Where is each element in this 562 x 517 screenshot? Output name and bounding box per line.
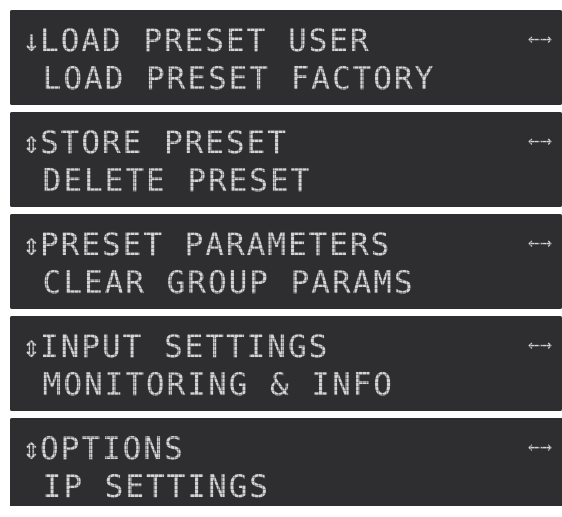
lcd-screen-options[interactable]: ⇕OPTIONS IP SETTINGS ←→ (10, 418, 562, 506)
lcd-menu-list: ↓LOAD PRESET USER LOAD PRESET FACTORY ←→… (10, 10, 562, 506)
scroll-up-down-icon: ⇕ (22, 329, 43, 365)
lcd-screen-preset-parameters[interactable]: ⇕PRESET PARAMETERS CLEAR GROUP PARAMS ←→ (10, 214, 562, 309)
menu-item-store-preset[interactable]: STORE PRESET (40, 125, 288, 161)
scroll-up-down-icon: ⇕ (22, 227, 43, 263)
lcd-line-selected[interactable]: ⇕PRESET PARAMETERS (22, 228, 391, 262)
lcd-screen-store-preset[interactable]: ⇕STORE PRESET DELETE PRESET ←→ (10, 112, 562, 207)
lcd-screen-input-settings[interactable]: ⇕INPUT SETTINGS MONITORING & INFO ←→ (10, 316, 562, 411)
left-right-arrows-icon: ←→ (527, 230, 552, 254)
left-right-arrows-icon: ←→ (527, 434, 552, 458)
left-right-arrows-icon: ←→ (527, 26, 552, 50)
scroll-up-down-icon: ⇕ (22, 431, 43, 467)
scroll-down-icon: ↓ (22, 23, 43, 59)
menu-item-load-preset-factory[interactable]: LOAD PRESET FACTORY (22, 62, 435, 96)
lcd-line-selected[interactable]: ↓LOAD PRESET USER (22, 24, 371, 58)
scroll-up-down-icon: ⇕ (22, 125, 43, 161)
menu-item-input-settings[interactable]: INPUT SETTINGS (40, 329, 329, 365)
lcd-line-selected[interactable]: ⇕OPTIONS (22, 432, 185, 466)
menu-item-monitoring-info[interactable]: MONITORING & INFO (22, 368, 394, 402)
left-right-arrows-icon: ←→ (527, 332, 552, 356)
menu-item-clear-group-params[interactable]: CLEAR GROUP PARAMS (22, 266, 415, 300)
lcd-line-selected[interactable]: ⇕STORE PRESET (22, 126, 288, 160)
lcd-screen-load-preset[interactable]: ↓LOAD PRESET USER LOAD PRESET FACTORY ←→ (10, 10, 562, 105)
left-right-arrows-icon: ←→ (527, 128, 552, 152)
lcd-line-selected[interactable]: ⇕INPUT SETTINGS (22, 330, 329, 364)
menu-item-ip-settings[interactable]: IP SETTINGS (22, 470, 270, 504)
menu-item-options[interactable]: OPTIONS (40, 431, 185, 467)
menu-item-preset-parameters[interactable]: PRESET PARAMETERS (40, 227, 391, 263)
menu-item-delete-preset[interactable]: DELETE PRESET (22, 164, 311, 198)
menu-item-load-preset-user[interactable]: LOAD PRESET USER (40, 23, 371, 59)
